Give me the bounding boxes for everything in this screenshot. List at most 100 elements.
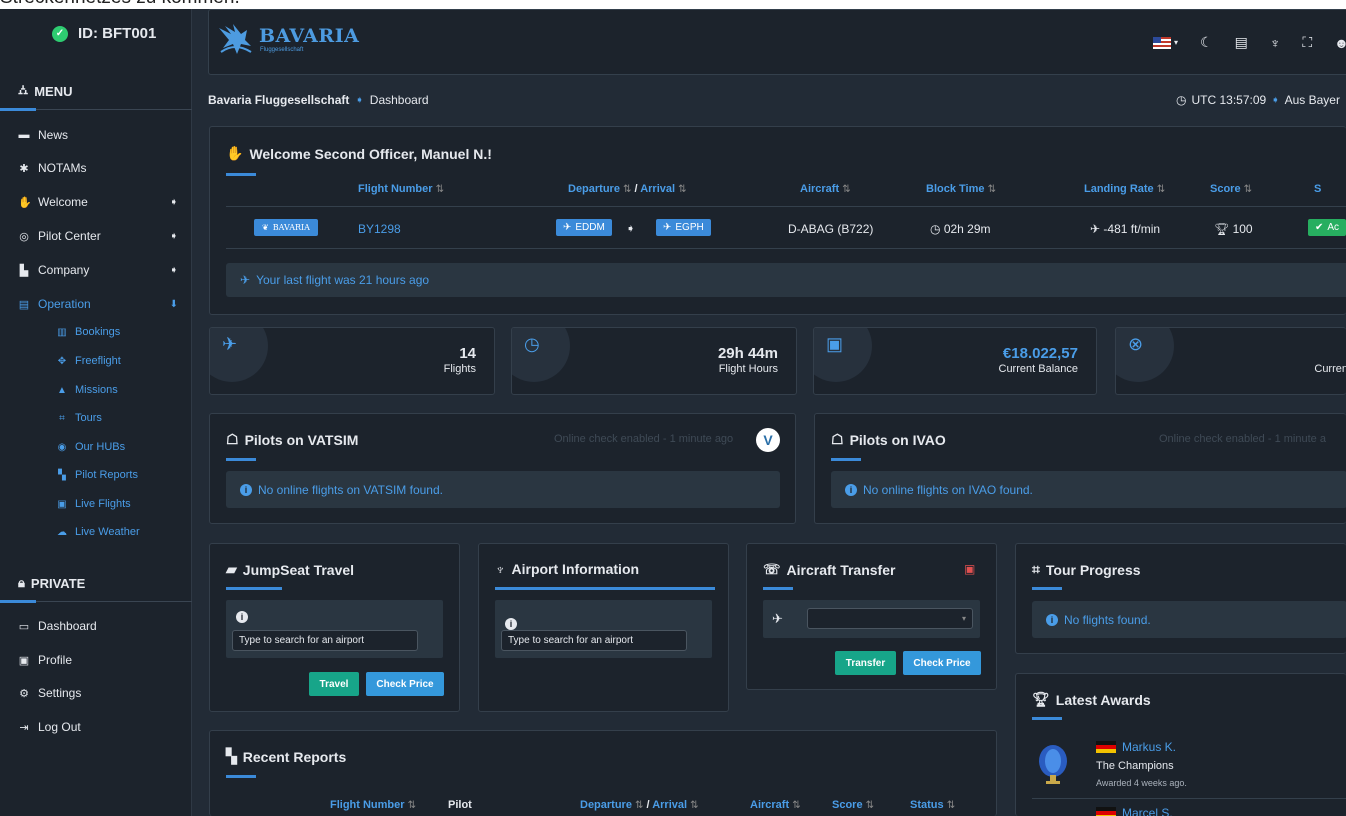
tower-icon[interactable]: ♆	[1270, 35, 1281, 51]
jumpseat-airport-input[interactable]: Type to search for an airport	[232, 630, 418, 651]
col-block-time[interactable]: Block Time ⇅	[926, 183, 996, 195]
breadcrumb: Bavaria Fluggesellschaft ➧ Dashboard	[208, 93, 429, 107]
last-flight-text: Your last flight was 21 hours ago	[256, 273, 430, 287]
user-secret-icon: ☖	[226, 431, 239, 447]
arrow-right-icon: ➧	[626, 223, 636, 235]
smile-icon[interactable]: ☻	[1334, 35, 1346, 51]
tour-progress-title: ⌗ Tour Progress	[1032, 561, 1141, 578]
airport-info-input[interactable]: Type to search for an airport	[501, 630, 687, 651]
col-label: Arrival	[652, 799, 688, 811]
sidebar-item-logout[interactable]: ⇥ Log Out	[18, 720, 178, 734]
expand-icon[interactable]: ⛶	[1302, 34, 1312, 51]
latest-awards-panel: 🏆︎ Latest Awards Markus K. The Champions…	[1015, 673, 1346, 816]
crosshair-icon: ✥	[57, 355, 67, 367]
col-separator: /	[646, 799, 650, 811]
col-flight-number[interactable]: Flight Number ⇅	[330, 799, 416, 811]
arrow-down-icon: ⬇	[169, 298, 178, 310]
sidebar-sub-live-weather[interactable]: ☁ Live Weather	[56, 526, 140, 538]
sidebar-sub-freeflight[interactable]: ✥ Freeflight	[56, 355, 121, 367]
sidebar-sub-live-flights[interactable]: ▣ Live Flights	[56, 498, 130, 510]
griffin-logo-icon: ❦	[262, 223, 269, 232]
sidebar-sub-missions[interactable]: ▲ Missions	[56, 384, 118, 396]
flight-number-link[interactable]: BY1298	[358, 222, 401, 236]
col-status[interactable]: S	[1314, 183, 1321, 195]
sidebar-item-profile[interactable]: ▣ Profile	[18, 653, 178, 667]
col-status[interactable]: Status ⇅	[910, 799, 955, 811]
award-user-name: Markus K.	[1122, 740, 1177, 754]
stat-label: Current Balance	[998, 363, 1079, 375]
col-label: Block Time	[926, 183, 985, 195]
sidebar-sub-bookings[interactable]: ▥ Bookings	[56, 326, 120, 338]
title-underline	[226, 587, 282, 590]
sidebar-sub-tours[interactable]: ⌗ Tours	[56, 412, 102, 424]
airport-info-title-text: Airport Information	[511, 561, 640, 577]
sidebar-item-notams[interactable]: ✱ NOTAMs	[18, 161, 178, 175]
stat-label: Flight Hours	[718, 363, 778, 375]
info-icon[interactable]: i	[505, 618, 517, 630]
sidebar-sub-pilot-reports[interactable]: ▚ Pilot Reports	[56, 469, 138, 481]
sidebar-sub-label: Tours	[75, 412, 102, 424]
sidebar-item-label: Log Out	[38, 720, 81, 734]
route-icon: ⌗	[1032, 561, 1040, 577]
col-pilot[interactable]: Pilot	[448, 799, 472, 811]
sidebar-item-settings[interactable]: ⚙ Settings	[18, 686, 178, 700]
airport-info-panel: ♆ Airport Information i Type to search f…	[478, 543, 729, 712]
col-landing-rate[interactable]: Landing Rate ⇅	[1084, 183, 1165, 195]
info-icon[interactable]: i	[236, 611, 248, 623]
sidebar-item-operation[interactable]: ▤ Operation ⬇	[18, 297, 178, 311]
ivao-panel: ☖ Pilots on IVAO Online check enabled - …	[814, 413, 1346, 524]
col-label: Score	[1210, 183, 1241, 195]
sidebar-item-pilot-center[interactable]: ◎ Pilot Center ➧	[18, 229, 178, 243]
brand-logo[interactable]: BAVARIA Fluggesellschaft	[217, 22, 359, 56]
stat-flight-hours: ◷ 29h 44m Flight Hours	[511, 327, 797, 395]
private-divider	[0, 600, 192, 603]
plane-arrival-icon: ✈	[240, 273, 251, 287]
sort-icon: ⇅	[842, 184, 851, 195]
breadcrumb-root[interactable]: Bavaria Fluggesellschaft	[208, 93, 349, 107]
col-departure-arrival[interactable]: Departure ⇅ / Arrival ⇅	[568, 183, 687, 195]
menu-divider	[0, 108, 192, 111]
list-icon[interactable]: ▤	[1235, 34, 1248, 51]
sidebar-item-news[interactable]: ▬ News	[18, 128, 178, 142]
sidebar-sub-hubs[interactable]: ◉ Our HUBs	[56, 441, 126, 453]
col-departure-arrival[interactable]: Departure ⇅ / Arrival ⇅	[580, 799, 699, 811]
stat-value: 14	[459, 345, 476, 362]
check-price-button[interactable]: Check Price	[366, 672, 444, 696]
sort-icon: ⇅	[865, 800, 875, 811]
sidebar-item-company[interactable]: ▙ Company ➧	[18, 263, 178, 277]
gear-icon: ⚙	[19, 687, 29, 700]
arrival-badge[interactable]: ✈ EGPH	[656, 219, 711, 236]
satellite-icon: ◎	[19, 230, 29, 243]
sidebar: ✓ ID: BFT001 ⛼ MENU ▬ News ✱ NOTAMs ✋ We…	[0, 9, 192, 816]
award-user-1[interactable]: Markus K.	[1096, 740, 1176, 754]
moon-icon[interactable]: ☾	[1200, 34, 1213, 51]
col-score[interactable]: Score ⇅	[832, 799, 874, 811]
award-user-2[interactable]: Marcel S.	[1096, 806, 1173, 816]
title-underline	[763, 587, 793, 590]
header-toolbar: ▾ ☾ ▤ ♆ ⛶ ☻	[1153, 34, 1346, 51]
col-score[interactable]: Score ⇅	[1210, 183, 1252, 195]
stat-value: €18.022,57	[1002, 345, 1078, 362]
transfer-check-price-button[interactable]: Check Price	[903, 651, 981, 675]
vatsim-info: i No online flights on VATSIM found.	[226, 471, 780, 508]
sidebar-item-dashboard[interactable]: ▭ Dashboard	[18, 619, 178, 633]
aircraft-transfer-title-text: Aircraft Transfer	[786, 561, 896, 578]
aircraft-select[interactable]: ▾	[807, 608, 973, 629]
col-flight-number[interactable]: Flight Number ⇅	[358, 183, 444, 195]
sidebar-item-label: Company	[38, 263, 90, 277]
transfer-button[interactable]: Transfer	[835, 651, 896, 675]
travel-button[interactable]: Travel	[309, 672, 359, 696]
col-aircraft[interactable]: Aircraft ⇅	[750, 799, 801, 811]
sidebar-sub-label: Live Weather	[75, 526, 140, 538]
sidebar-item-label: Profile	[38, 653, 73, 667]
bug-icon: ✱	[19, 162, 29, 175]
stat-value: 29h 44m	[717, 345, 778, 362]
language-dropdown[interactable]: ▾	[1153, 36, 1178, 49]
col-aircraft[interactable]: Aircraft ⇅	[800, 183, 851, 195]
aircraft-transfer-title: ☏ Aircraft Transfer	[763, 561, 895, 578]
departure-badge[interactable]: ✈ EDDM	[556, 219, 612, 236]
sidebar-sub-label: Bookings	[75, 326, 121, 338]
sidebar-item-label: News	[38, 128, 69, 142]
status-text: Ac	[1327, 222, 1340, 233]
sidebar-item-welcome[interactable]: ✋ Welcome ➧	[18, 195, 178, 209]
